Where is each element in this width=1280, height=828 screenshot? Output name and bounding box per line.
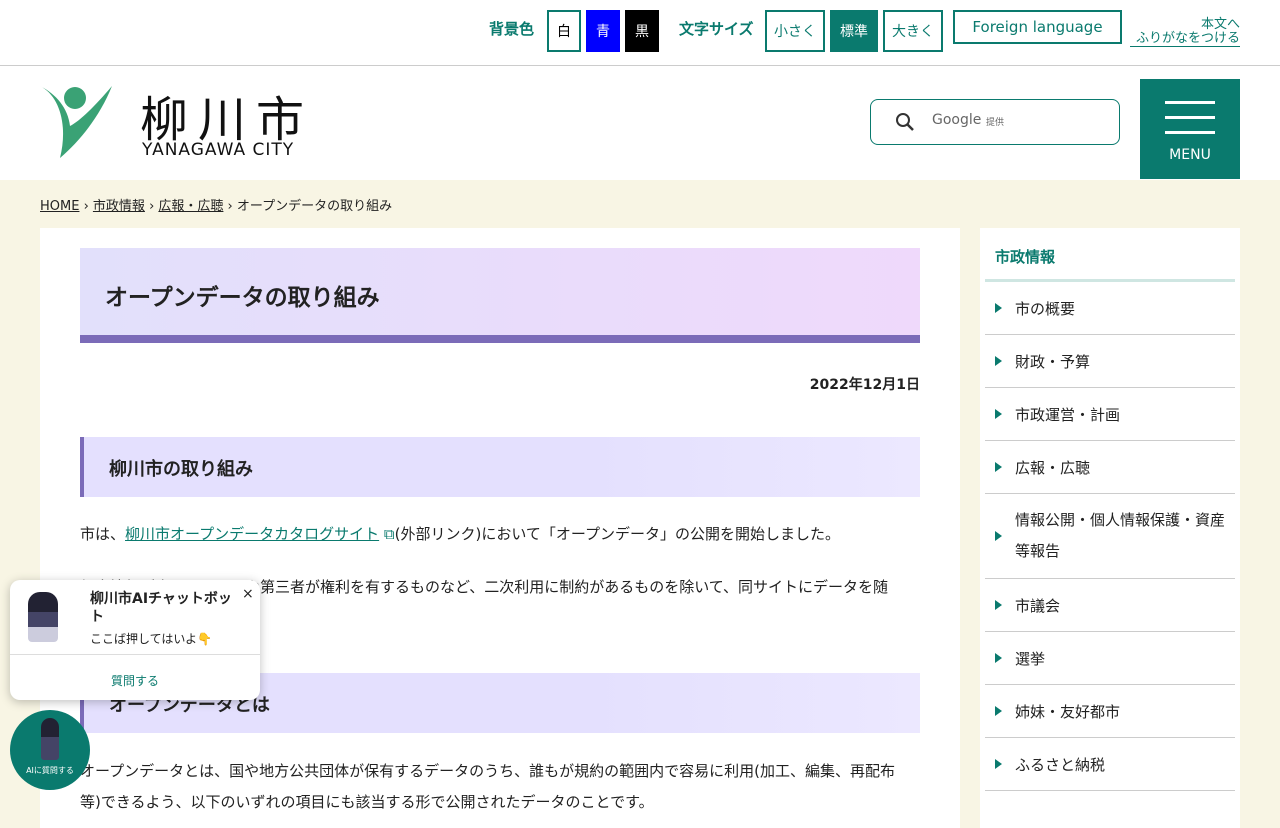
font-size-label: 文字サイズ	[679, 20, 754, 38]
sidebar-item[interactable]: 姉妹・友好都市	[985, 685, 1235, 738]
breadcrumb-home[interactable]: HOME	[40, 199, 79, 214]
site-search[interactable]: Google 提供	[870, 99, 1120, 145]
menu-icon	[1165, 101, 1215, 104]
furigana-line-2: ふりがなをつける	[1135, 31, 1240, 46]
bg-black-button[interactable]: 黒	[625, 10, 659, 52]
page-title: オープンデータの取り組み	[105, 285, 380, 311]
page-title-box: オープンデータの取り組み	[80, 248, 920, 343]
sidebar-heading[interactable]: 市政情報	[995, 246, 1055, 267]
breadcrumb-current: オープンデータの取り組み	[236, 199, 393, 214]
ai-chat-button[interactable]: AIに質問する	[10, 710, 90, 790]
utility-bar: 背景色 白 青 黒 文字サイズ 小さく 標準 大きく Foreign langu…	[0, 0, 1280, 66]
sidebar-item[interactable]: 情報公開・個人情報保護・資産等報告	[985, 494, 1235, 579]
foreign-language-button[interactable]: Foreign language	[953, 10, 1122, 44]
chatbot-title: 柳川市AIチャットボット	[90, 591, 232, 625]
chatbot-avatar	[41, 718, 59, 760]
sidebar-item[interactable]: 市議会	[985, 579, 1235, 632]
breadcrumb-shisei[interactable]: 市政情報	[93, 199, 145, 214]
section-heading: 柳川市の取り組み	[80, 437, 920, 497]
furigana-line-1: 本文へ	[1200, 17, 1240, 32]
menu-label: MENU	[1169, 147, 1211, 163]
font-small-button[interactable]: 小さく	[765, 10, 825, 52]
sidebar-nav: 市政情報 市の概要 財政・予算 市政運営・計画 広報・広聴 情報公開・個人情報保…	[980, 228, 1240, 828]
external-link-icon: ⧉	[383, 525, 395, 543]
breadcrumb: HOME › 市政情報 › 広報・広聴 › オープンデータの取り組み	[40, 199, 393, 214]
close-icon[interactable]: ×	[242, 586, 254, 602]
sidebar-item[interactable]: 広報・広聴	[985, 441, 1235, 494]
sidebar-item[interactable]: ふるさと納税	[985, 738, 1235, 791]
sidebar-item[interactable]: 市政運営・計画	[985, 388, 1235, 441]
chatbot-avatar	[28, 592, 58, 642]
city-emblem-icon	[40, 86, 112, 158]
bg-color-label: 背景色	[489, 20, 535, 38]
paragraph: オープンデータとは、国や地方公共団体が保有するデータのうち、誰もが規約の範囲内で…	[80, 762, 895, 780]
logo-subtitle: YANAGAWA CITY	[142, 140, 295, 160]
sidebar-item[interactable]: 市の概要	[985, 282, 1235, 335]
paragraph: 等)できるよう、以下のいずれの項目にも該当する形で公開されたデータのことです。	[80, 793, 654, 811]
ask-button[interactable]: 質問する	[10, 672, 260, 689]
chatbot-popup: 柳川市AIチャットボット × ここば押してはいよ👇 質問する	[10, 580, 260, 700]
section-heading-text: 柳川市の取り組み	[109, 459, 253, 480]
breadcrumb-koho[interactable]: 広報・広聴	[158, 199, 223, 214]
search-brand: Google	[932, 112, 982, 128]
main-content: オープンデータの取り組み 2022年12月1日 柳川市の取り組み 市は、柳川市オ…	[40, 228, 960, 828]
paragraph: 市は、柳川市オープンデータカタログサイト ⧉(外部リンク)において「オープンデー…	[80, 525, 840, 543]
catalog-site-link[interactable]: 柳川市オープンデータカタログサイト	[125, 525, 379, 543]
search-provided: 提供	[986, 118, 1005, 128]
bg-blue-button[interactable]: 青	[586, 10, 620, 52]
menu-button[interactable]: MENU	[1140, 79, 1240, 179]
sidebar-item[interactable]: 選挙	[985, 632, 1235, 685]
furigana-link[interactable]: 本文へ ふりがなをつける	[1130, 18, 1240, 47]
publish-date: 2022年12月1日	[809, 377, 920, 393]
chatbot-message: ここば押してはいよ👇	[90, 632, 213, 646]
ai-chat-label: AIに質問する	[26, 766, 74, 775]
font-large-button[interactable]: 大きく	[883, 10, 943, 52]
bg-white-button[interactable]: 白	[547, 10, 581, 52]
font-normal-button[interactable]: 標準	[830, 10, 878, 52]
search-icon[interactable]	[895, 112, 915, 132]
sidebar-item[interactable]: 財政・予算	[985, 335, 1235, 388]
